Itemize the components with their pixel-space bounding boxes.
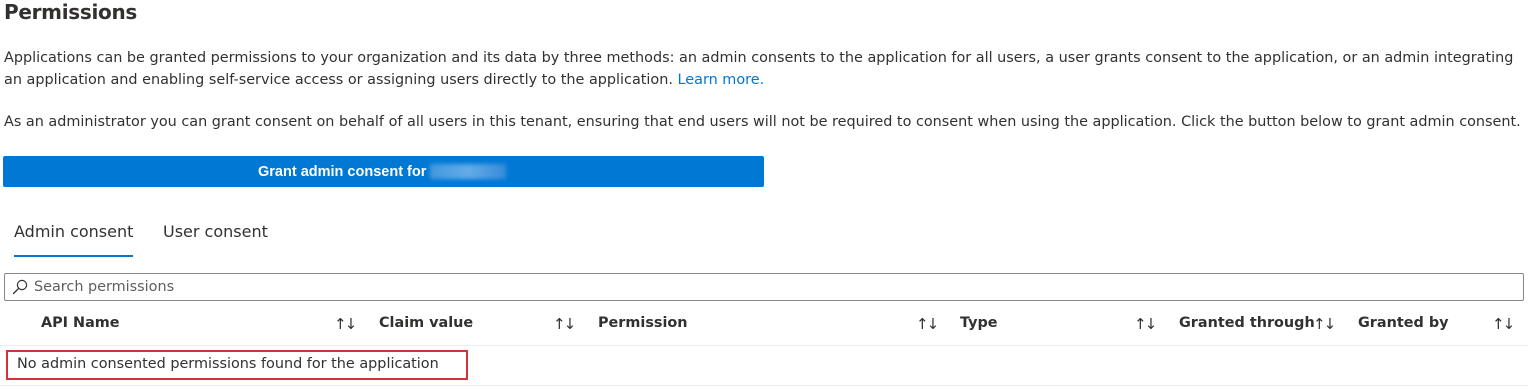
sort-api-name-icon[interactable]: ↑↓ [334, 315, 357, 333]
selected-tab-indicator [14, 255, 133, 257]
column-type[interactable]: Type [960, 315, 998, 331]
tab-admin-consent[interactable]: Admin consent [14, 222, 133, 241]
table-header: API Name ↑↓ Claim value ↑↓ Permission ↑↓… [0, 311, 1528, 346]
sort-type-icon[interactable]: ↑↓ [1134, 315, 1157, 333]
redacted-tenant-name [430, 164, 507, 179]
learn-more-link[interactable]: Learn more. [678, 72, 765, 88]
page-title: Permissions [4, 0, 138, 24]
column-api-name[interactable]: API Name [41, 315, 120, 331]
grant-admin-consent-label: Grant admin consent for [258, 163, 427, 180]
grant-admin-consent-button[interactable]: Grant admin consent for [3, 156, 764, 187]
column-granted-through[interactable]: Granted through [1179, 315, 1315, 331]
sort-claim-value-icon[interactable]: ↑↓ [553, 315, 576, 333]
column-claim-value[interactable]: Claim value [379, 315, 473, 331]
intro-paragraph: Applications can be granted permissions … [4, 47, 1526, 91]
search-box[interactable] [4, 273, 1524, 301]
sort-granted-by-icon[interactable]: ↑↓ [1492, 315, 1515, 333]
search-input[interactable] [34, 276, 1514, 298]
admin-info-paragraph: As an administrator you can grant consen… [4, 114, 1521, 130]
search-icon [12, 279, 28, 295]
empty-state-highlight: No admin consented permissions found for… [6, 350, 468, 380]
sort-permission-icon[interactable]: ↑↓ [916, 315, 939, 333]
empty-state-message: No admin consented permissions found for… [17, 356, 439, 372]
column-permission[interactable]: Permission [598, 315, 688, 331]
column-granted-by[interactable]: Granted by [1358, 315, 1449, 331]
sort-granted-through-icon[interactable]: ↑↓ [1313, 315, 1336, 333]
table-divider [0, 385, 1528, 386]
tab-user-consent[interactable]: User consent [163, 222, 268, 241]
